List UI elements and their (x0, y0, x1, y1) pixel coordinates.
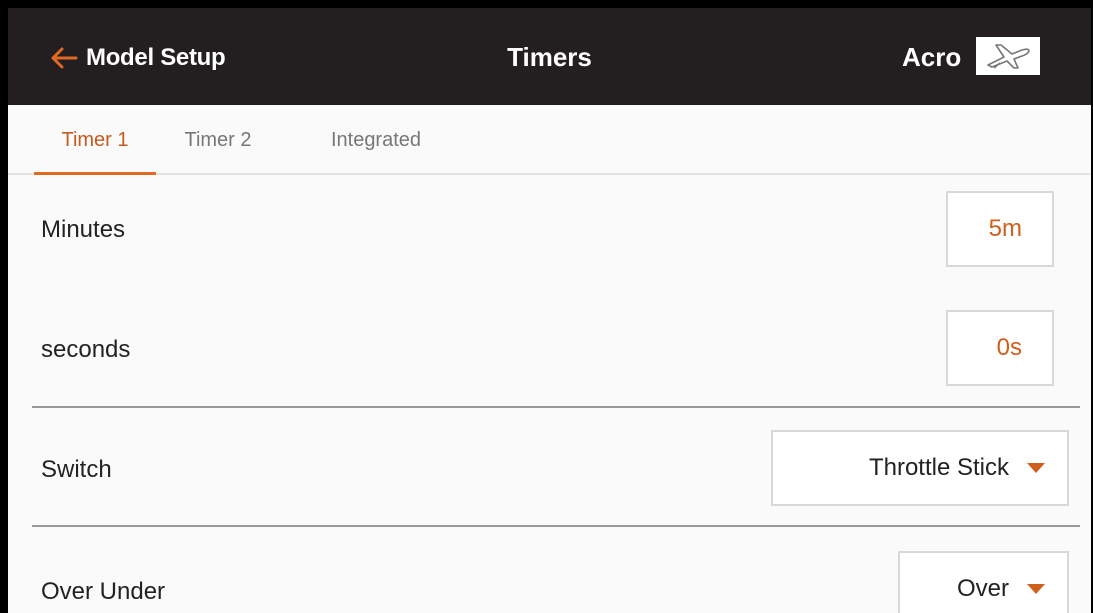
section-divider (32, 406, 1080, 408)
chevron-down-icon (1027, 584, 1045, 594)
switch-dropdown[interactable]: Throttle Stick (771, 430, 1069, 506)
page-title: Timers (507, 42, 592, 72)
back-label: Model Setup (86, 44, 226, 71)
minutes-field[interactable]: 5m (946, 191, 1054, 267)
section-divider (32, 525, 1080, 527)
switch-value: Throttle Stick (868, 454, 1009, 481)
switch-label: Switch (41, 456, 112, 483)
tab-integrated[interactable]: Integrated (314, 105, 438, 173)
tab-timer-2[interactable]: Timer 2 (176, 105, 260, 173)
tab-timer-1[interactable]: Timer 1 (34, 105, 156, 175)
model-name: Acro (902, 42, 962, 72)
airplane-icon[interactable] (976, 37, 1040, 75)
back-button[interactable]: Model Setup (50, 42, 226, 74)
over-under-value: Over (956, 575, 1009, 602)
over-under-dropdown[interactable]: Over (898, 551, 1069, 613)
seconds-value: 0s (996, 334, 1022, 361)
seconds-field[interactable]: 0s (946, 310, 1054, 386)
minutes-value: 5m (988, 215, 1022, 242)
seconds-label: seconds (41, 336, 131, 363)
chevron-down-icon (1027, 463, 1045, 473)
tab-bar: Timer 1 Timer 2 Integrated (8, 105, 1091, 175)
back-arrow-icon (51, 47, 78, 69)
header-bar: Model Setup Timers Acro (8, 8, 1091, 105)
screen: Model Setup Timers Acro Timer 1 Timer 2 … (8, 8, 1091, 613)
over-under-label: Over Under (41, 578, 166, 605)
minutes-label: Minutes (41, 216, 126, 243)
